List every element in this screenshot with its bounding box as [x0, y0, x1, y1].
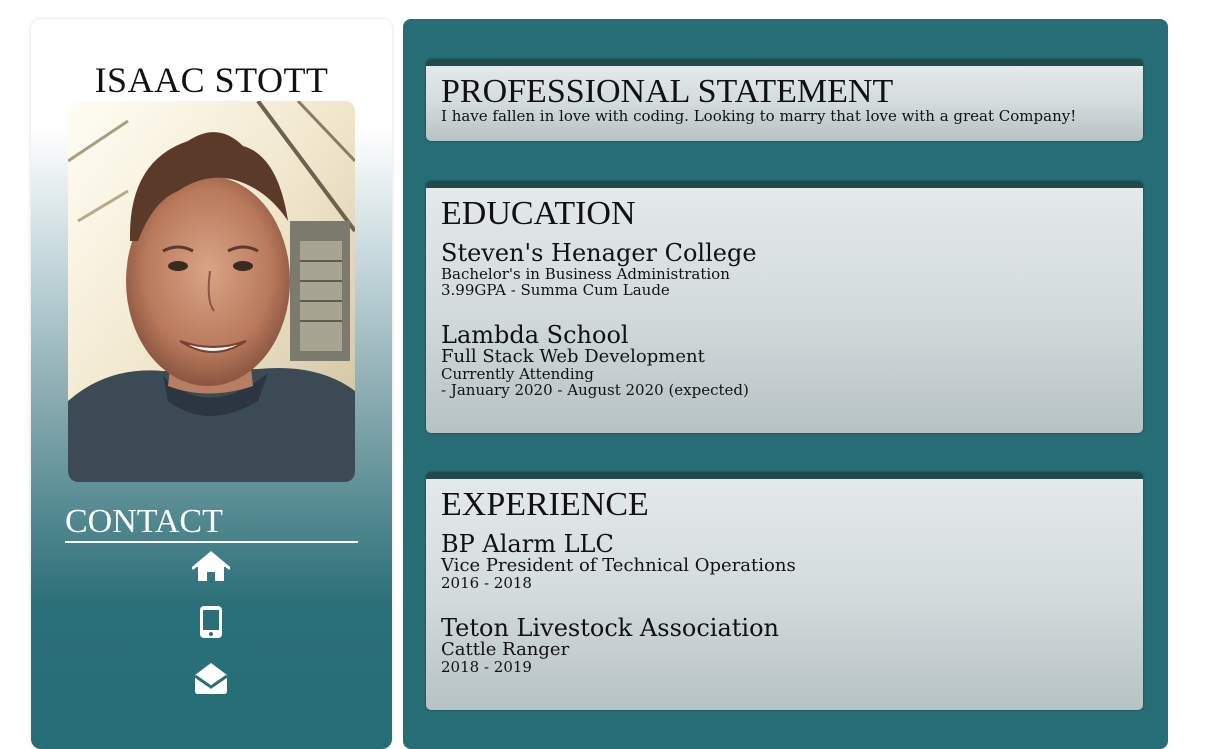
experience-entry: BP Alarm LLC Vice President of Technical…	[441, 531, 1128, 591]
job-role: Cattle Ranger	[441, 639, 570, 660]
program: Full Stack Web Development	[441, 346, 705, 367]
experience-heading: EXPERIENCE	[441, 486, 649, 523]
contact-heading: CONTACT	[65, 503, 358, 543]
job-role: Vice President of Technical Operations	[441, 555, 796, 576]
statement-text: I have fallen in love with coding. Looki…	[441, 107, 1077, 125]
company-name: BP Alarm LLC	[441, 530, 614, 558]
statement-card: PROFESSIONAL STATEMENT I have fallen in …	[426, 59, 1143, 141]
profile-photo	[68, 101, 355, 482]
job-dates: 2018 - 2019	[441, 658, 532, 676]
attendance-dates: - January 2020 - August 2020 (expected)	[441, 381, 749, 399]
sidebar: ISAAC STOTT CONTACT	[31, 19, 392, 749]
profile-name: ISAAC STOTT	[94, 60, 329, 100]
education-card: EDUCATION Steven's Henager College Bache…	[426, 181, 1143, 433]
attendance-status: Currently Attending	[441, 365, 594, 383]
education-heading: EDUCATION	[441, 195, 636, 232]
experience-entry: Teton Livestock Association Cattle Range…	[441, 615, 1128, 675]
experience-card: EXPERIENCE BP Alarm LLC Vice President o…	[426, 472, 1143, 710]
education-entry: Lambda School Full Stack Web Development…	[441, 322, 1128, 398]
home-icon[interactable]	[191, 549, 231, 585]
envelope-open-icon[interactable]	[191, 660, 231, 696]
job-dates: 2016 - 2018	[441, 574, 532, 592]
degree: Bachelor's in Business Administration	[441, 265, 730, 283]
school-name: Lambda School	[441, 321, 629, 349]
statement-heading: PROFESSIONAL STATEMENT	[441, 73, 894, 110]
education-entry: Steven's Henager College Bachelor's in B…	[441, 240, 1128, 298]
company-name: Teton Livestock Association	[441, 614, 779, 642]
gpa: 3.99GPA - Summa Cum Laude	[441, 281, 670, 299]
school-name: Steven's Henager College	[441, 239, 757, 267]
main-panel: PROFESSIONAL STATEMENT I have fallen in …	[403, 19, 1168, 749]
mobile-phone-icon[interactable]	[191, 604, 231, 640]
